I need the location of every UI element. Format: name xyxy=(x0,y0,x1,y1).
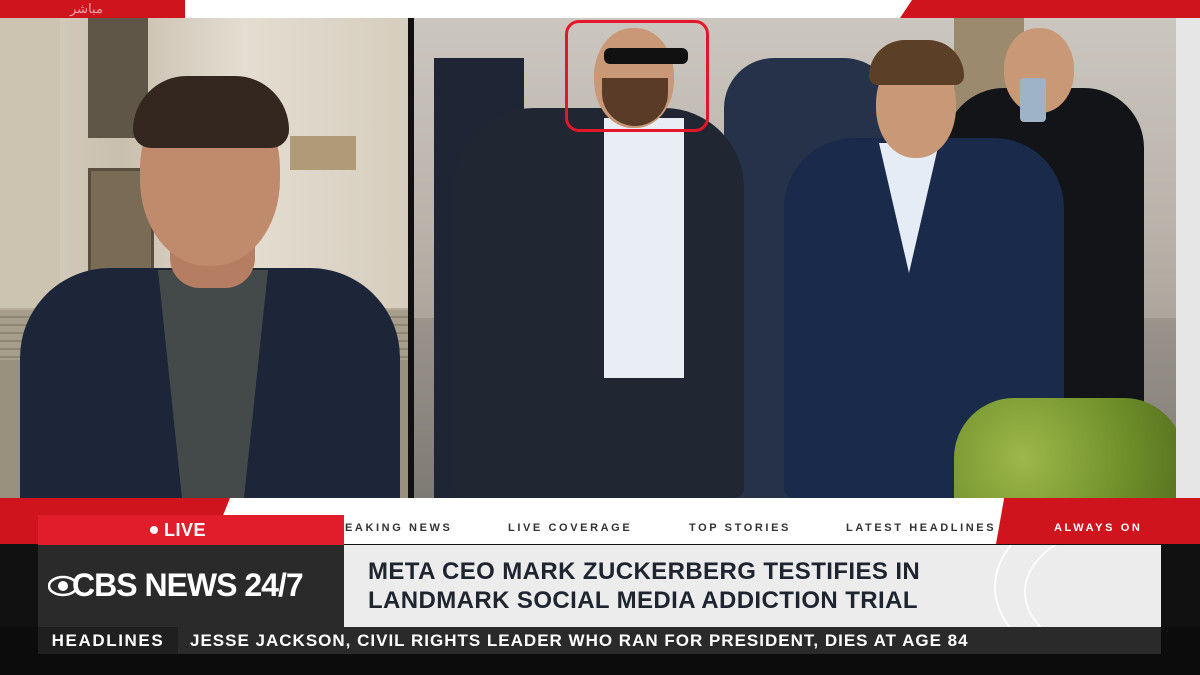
headlines-label: HEADLINES xyxy=(38,627,178,654)
anchor-video-panel xyxy=(0,18,408,498)
bodyguard xyxy=(454,108,744,498)
headlines-crawl-bar: HEADLINES JESSE JACKSON, CIVIL RIGHTS LE… xyxy=(0,627,1200,675)
top-banner-faint-text: مباشر xyxy=(70,1,103,16)
ticker-item-live-coverage: LIVE COVERAGE xyxy=(508,522,633,534)
live-badge: LIVE xyxy=(38,515,344,545)
decorative-arc-inner xyxy=(1024,545,1161,627)
top-banner-red-right xyxy=(900,0,1200,18)
hedge-bush xyxy=(954,398,1176,498)
ticker-item-latest-headlines: LATEST HEADLINES xyxy=(846,522,997,534)
ticker-item-top-stories: TOP STORIES xyxy=(689,522,791,534)
phone-icon xyxy=(1020,78,1046,122)
highlight-circle-annotation xyxy=(565,20,709,132)
anchor-hair xyxy=(133,76,289,148)
live-dot-icon xyxy=(150,526,158,534)
building-plaque xyxy=(290,136,356,170)
headline-box: META CEO MARK ZUCKERBERG TESTIFIES IN LA… xyxy=(344,545,1161,627)
headline-text: META CEO MARK ZUCKERBERG TESTIFIES IN LA… xyxy=(368,557,920,615)
news-photo-panel xyxy=(414,18,1176,498)
ticker-items: EAKING NEWS LIVE COVERAGE TOP STORIES LA… xyxy=(345,522,1142,536)
building-pillar xyxy=(0,18,60,308)
right-side-strip xyxy=(1176,18,1200,498)
ticker-item-always-on: ALWAYS ON xyxy=(1054,522,1143,534)
network-logo: CBS NEWS 24/7 xyxy=(38,545,344,627)
ticker-red-right xyxy=(996,498,1200,544)
headline-line-1: META CEO MARK ZUCKERBERG TESTIFIES IN xyxy=(368,558,921,585)
bodyguard-shirt xyxy=(604,118,684,378)
zuckerberg-hair xyxy=(869,40,964,85)
live-label: LIVE xyxy=(164,520,207,540)
headline-line-2: LANDMARK SOCIAL MEDIA ADDICTION TRIAL xyxy=(368,587,918,614)
top-banner: مباشر xyxy=(0,0,1200,18)
logo-text: CBS NEWS 24/7 xyxy=(72,567,304,603)
headlines-crawl-text: JESSE JACKSON, CIVIL RIGHTS LEADER WHO R… xyxy=(190,631,969,650)
ticker-item-breaking-news: EAKING NEWS xyxy=(345,522,453,534)
